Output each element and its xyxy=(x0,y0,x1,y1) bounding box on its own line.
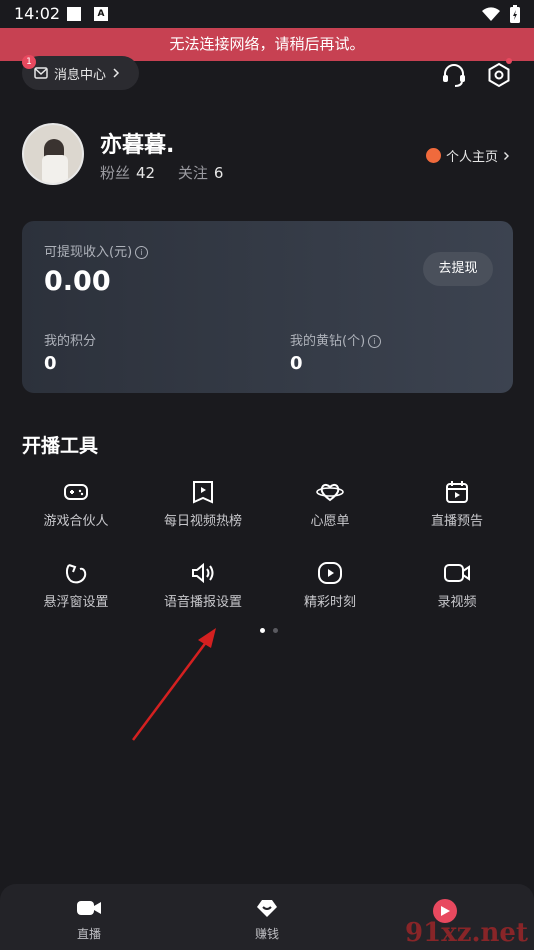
tab-label: 直播 xyxy=(76,927,101,941)
tab-live[interactable]: 直播 xyxy=(39,898,139,942)
annotation-arrow xyxy=(131,628,216,741)
money-icon xyxy=(257,900,277,917)
tab-label: 赚钱 xyxy=(254,927,279,941)
tab-earn[interactable]: 赚钱 xyxy=(217,898,317,942)
camera-icon xyxy=(77,901,101,915)
watermark: 91xz.net xyxy=(405,918,528,948)
